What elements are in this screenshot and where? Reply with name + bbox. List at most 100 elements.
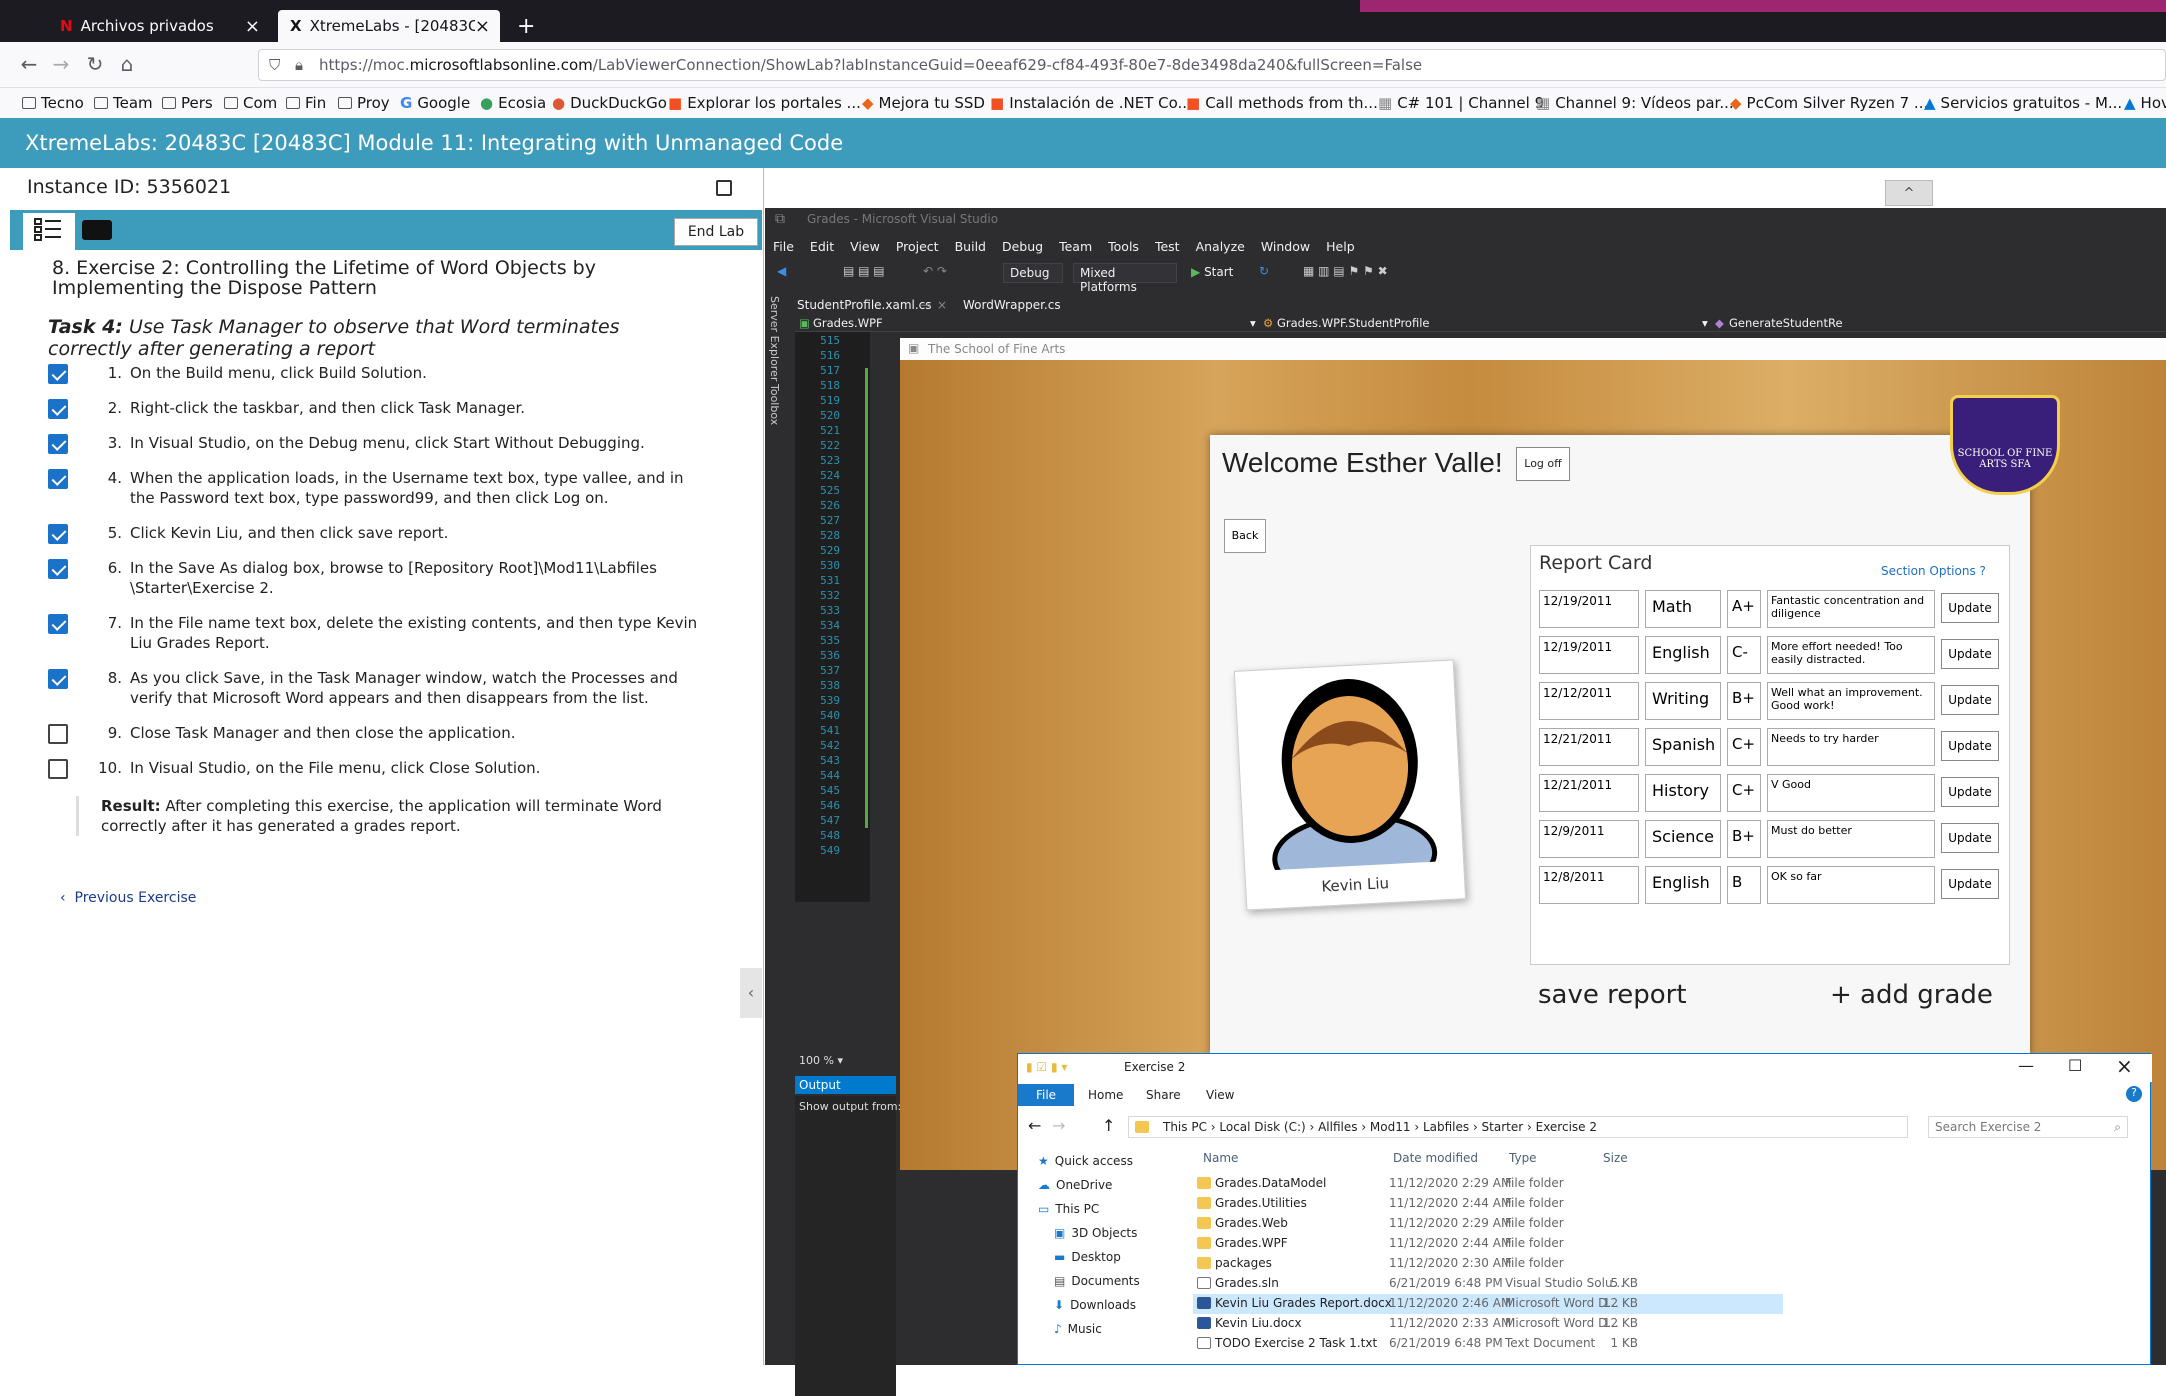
bookmark-link[interactable]: ■ Call methods from th... bbox=[1186, 94, 1378, 112]
start-button[interactable]: ▶ Start bbox=[1191, 265, 1233, 279]
date-picker[interactable]: 12/21/2011 bbox=[1539, 774, 1639, 812]
menu-debug[interactable]: Debug bbox=[1002, 239, 1043, 254]
bookmark-link[interactable]: ▦ C# 101 | Channel 9 bbox=[1378, 94, 1544, 112]
student-photo[interactable]: Kevin Liu bbox=[1233, 659, 1467, 911]
grade-field[interactable]: B bbox=[1727, 866, 1761, 904]
toolbar-icons[interactable]: ▦ ▥ ▤ ⚑ ⚑ ✖ bbox=[1303, 264, 1388, 278]
grade-field[interactable]: B+ bbox=[1727, 682, 1761, 720]
forward-icon[interactable]: → bbox=[48, 52, 74, 76]
column-name[interactable]: Name bbox=[1203, 1151, 1238, 1165]
server-explorer-tab[interactable]: Server Explorer bbox=[768, 296, 781, 381]
file-row[interactable]: Grades.WPF 11/12/2020 2:44 AM File folde… bbox=[1193, 1234, 1783, 1254]
ribbon-tab-share[interactable]: Share bbox=[1146, 1088, 1181, 1102]
update-button[interactable]: Update bbox=[1941, 869, 1999, 899]
subject-dropdown[interactable]: Math bbox=[1645, 590, 1721, 628]
undo-icon[interactable]: ↶ ↷ bbox=[923, 264, 947, 278]
forward-arrow-icon[interactable]: → bbox=[1052, 1116, 1065, 1135]
end-lab-button[interactable]: End Lab bbox=[674, 218, 758, 246]
minimize-icon[interactable]: — bbox=[2018, 1056, 2034, 1075]
ribbon-tab-file[interactable]: File bbox=[1018, 1084, 1074, 1106]
bookmark-folder[interactable]: Pers bbox=[162, 94, 213, 112]
step-checkbox[interactable] bbox=[48, 559, 68, 579]
collapse-panel-button[interactable]: ‹ bbox=[740, 968, 762, 1018]
pin-icon[interactable]: ⊸ bbox=[921, 298, 931, 312]
update-button[interactable]: Update bbox=[1941, 639, 1999, 669]
toolbox-tab[interactable]: Toolbox bbox=[768, 384, 781, 425]
section-options-link[interactable]: Section Options ? bbox=[1881, 564, 1986, 578]
date-picker[interactable]: 12/21/2011 bbox=[1539, 728, 1639, 766]
step-checkbox[interactable] bbox=[48, 469, 68, 489]
bookmark-link[interactable]: ◆ Mejora tu SSD bbox=[862, 94, 985, 112]
date-picker[interactable]: 12/9/2011 bbox=[1539, 820, 1639, 858]
grade-field[interactable]: C- bbox=[1727, 636, 1761, 674]
project-dropdown[interactable]: Grades.WPF bbox=[813, 316, 883, 330]
save-report-button[interactable]: save report bbox=[1538, 980, 1687, 1010]
menu-edit[interactable]: Edit bbox=[810, 239, 834, 254]
date-picker[interactable]: 12/8/2011 bbox=[1539, 866, 1639, 904]
configuration-dropdown[interactable]: Debug bbox=[1003, 263, 1063, 283]
subject-dropdown[interactable]: Writing bbox=[1645, 682, 1721, 720]
home-icon[interactable]: ⌂ bbox=[114, 52, 140, 76]
bookmark-link[interactable]: ▲ Hov bbox=[2124, 94, 2166, 112]
output-panel-tab[interactable]: Output bbox=[795, 1076, 896, 1094]
update-button[interactable]: Update bbox=[1941, 731, 1999, 761]
column-type[interactable]: Type bbox=[1509, 1151, 1537, 1165]
bookmark-folder[interactable]: Proy bbox=[338, 94, 390, 112]
tree-item[interactable]: ★ Quick access bbox=[1038, 1154, 1133, 1168]
comment-field[interactable]: V Good bbox=[1767, 774, 1935, 812]
grade-field[interactable]: C+ bbox=[1727, 774, 1761, 812]
subject-dropdown[interactable]: English bbox=[1645, 866, 1721, 904]
bookmark-folder[interactable]: Com bbox=[224, 94, 277, 112]
file-row[interactable]: Grades.sln 6/21/2019 6:48 PM Visual Stud… bbox=[1193, 1274, 1783, 1294]
bookmark-link[interactable]: ◆ PcCom Silver Ryzen 7 ... bbox=[1730, 94, 1928, 112]
column-size[interactable]: Size bbox=[1603, 1151, 1628, 1165]
bookmark-link[interactable]: ▲ Servicios gratuitos - M... bbox=[1924, 94, 2122, 112]
update-button[interactable]: Update bbox=[1941, 685, 1999, 715]
checklist-icon[interactable] bbox=[23, 210, 75, 250]
close-icon[interactable]: × bbox=[2116, 1054, 2133, 1078]
tab-xtremelabs[interactable]: X XtremeLabs - [20483C] M × bbox=[278, 10, 500, 42]
file-row[interactable]: Kevin Liu.docx 11/12/2020 2:33 AM Micros… bbox=[1193, 1314, 1783, 1334]
ribbon-tab-view[interactable]: View bbox=[1206, 1088, 1234, 1102]
menu-view[interactable]: View bbox=[850, 239, 880, 254]
date-picker[interactable]: 12/19/2011 bbox=[1539, 636, 1639, 674]
save-all-icon[interactable]: ▤ ▤ ▤ bbox=[843, 264, 885, 278]
vm-toolbar-toggle[interactable]: ^ bbox=[1885, 180, 1933, 206]
close-tab-icon[interactable]: × bbox=[937, 298, 947, 312]
step-checkbox[interactable] bbox=[48, 399, 68, 419]
date-picker[interactable]: 12/19/2011 bbox=[1539, 590, 1639, 628]
bookmark-link[interactable]: ▦ Channel 9: Vídeos par... bbox=[1536, 94, 1734, 112]
chevron-down-icon[interactable]: ▾ bbox=[1250, 316, 1256, 330]
subject-dropdown[interactable]: Spanish bbox=[1645, 728, 1721, 766]
step-checkbox[interactable] bbox=[48, 614, 68, 634]
menu-build[interactable]: Build bbox=[955, 239, 986, 254]
comment-field[interactable]: Needs to try harder bbox=[1767, 728, 1935, 766]
menu-tools[interactable]: Tools bbox=[1108, 239, 1139, 254]
bookmark-folder[interactable]: Fin bbox=[286, 94, 326, 112]
tree-item[interactable]: ▤ Documents bbox=[1054, 1274, 1140, 1288]
file-row[interactable]: TODO Exercise 2 Task 1.txt 6/21/2019 6:4… bbox=[1193, 1334, 1783, 1354]
popout-icon[interactable] bbox=[716, 180, 732, 196]
close-tab-icon[interactable]: × bbox=[475, 16, 490, 37]
back-arrow-icon[interactable]: ← bbox=[1028, 1116, 1041, 1135]
bookmark-google[interactable]: G Google bbox=[400, 94, 470, 112]
step-checkbox[interactable] bbox=[48, 524, 68, 544]
tree-item[interactable]: ▣ 3D Objects bbox=[1054, 1226, 1137, 1240]
tree-item[interactable]: ☁ OneDrive bbox=[1038, 1178, 1112, 1192]
step-checkbox[interactable] bbox=[48, 669, 68, 689]
up-arrow-icon[interactable]: ↑ bbox=[1102, 1116, 1115, 1135]
member-dropdown[interactable]: GenerateStudentRe bbox=[1729, 316, 1843, 330]
tab-studentprofile[interactable]: StudentProfile.xaml.cs bbox=[797, 298, 932, 312]
back-button[interactable]: Back bbox=[1224, 519, 1266, 553]
bookmark-folder[interactable]: Tecno bbox=[22, 94, 84, 112]
comment-field[interactable]: OK so far bbox=[1767, 866, 1935, 904]
url-bar[interactable]: ⛉ 🔒︎ https://moc.microsoftlabsonline.com… bbox=[258, 49, 2166, 81]
file-row[interactable]: Kevin Liu Grades Report.docx 11/12/2020 … bbox=[1193, 1294, 1783, 1314]
comment-field[interactable]: Must do better bbox=[1767, 820, 1935, 858]
tree-item[interactable]: ⬇ Downloads bbox=[1054, 1298, 1136, 1312]
help-icon[interactable]: ? bbox=[2126, 1086, 2142, 1102]
menu-test[interactable]: Test bbox=[1155, 239, 1180, 254]
update-button[interactable]: Update bbox=[1941, 823, 1999, 853]
step-checkbox[interactable] bbox=[48, 364, 68, 384]
comment-field[interactable]: More effort needed! Too easily distracte… bbox=[1767, 636, 1935, 674]
